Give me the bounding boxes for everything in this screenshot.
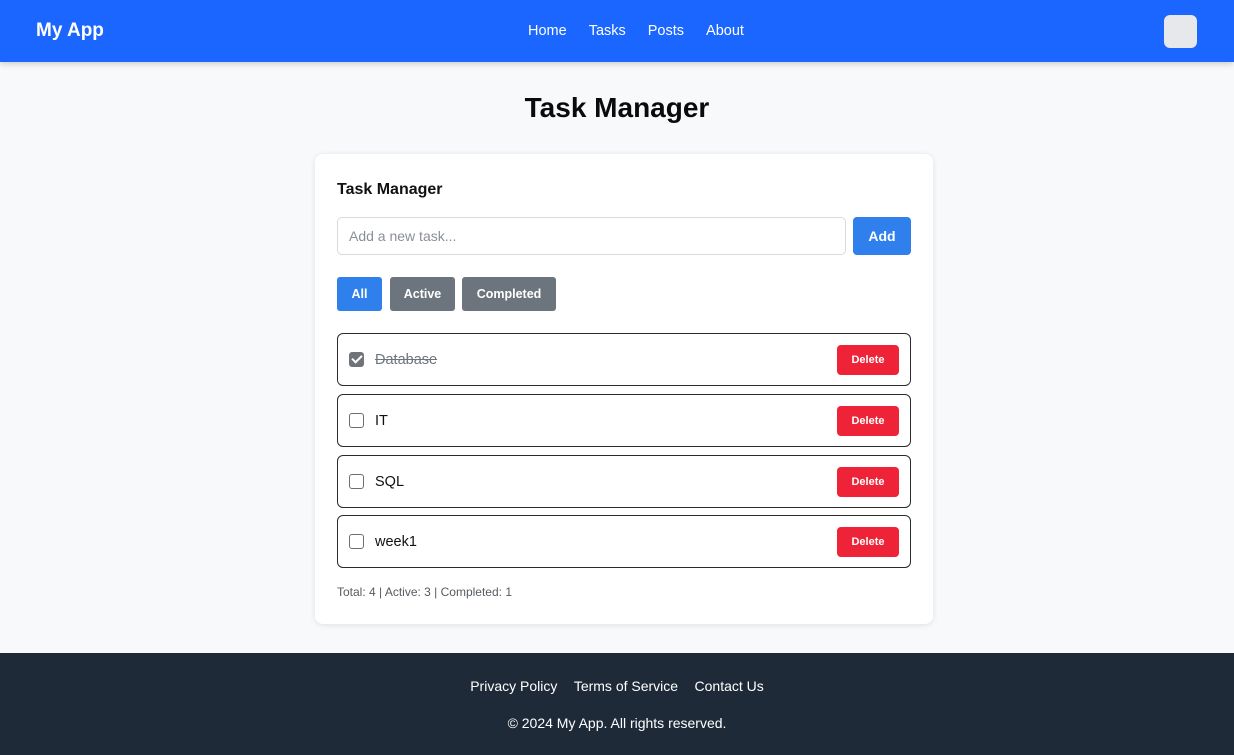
footer-link-privacy[interactable]: Privacy Policy (470, 678, 557, 694)
add-task-button[interactable]: Add (853, 217, 911, 255)
delete-task-button[interactable]: Delete (837, 467, 899, 497)
task-stats: Total: 4 | Active: 3 | Completed: 1 (337, 585, 512, 599)
card-title: Task Manager (337, 181, 443, 198)
new-task-input[interactable] (337, 217, 846, 255)
task-item: SQL Delete (337, 455, 911, 508)
task-checkbox[interactable] (349, 474, 364, 489)
task-text: SQL (375, 474, 405, 490)
task-checkbox[interactable] (349, 413, 364, 428)
copyright-text: © 2024 My App. All rights reserved. (507, 715, 727, 731)
main-nav: Home Tasks Posts About (528, 23, 766, 39)
page-footer: Privacy Policy Terms of Service Contact … (0, 653, 1234, 755)
nav-link-tasks[interactable]: Tasks (589, 23, 626, 39)
task-manager-card: Task Manager Add All Active Completed Da… (315, 154, 933, 624)
task-text: IT (375, 413, 388, 429)
top-navbar: My App Home Tasks Posts About (0, 0, 1234, 62)
task-item: week1 Delete (337, 515, 911, 568)
task-checkbox[interactable] (349, 352, 364, 367)
filter-active-button[interactable]: Active (390, 277, 455, 311)
delete-task-button[interactable]: Delete (837, 345, 899, 375)
nav-link-posts[interactable]: Posts (648, 23, 684, 39)
task-item: IT Delete (337, 394, 911, 447)
delete-task-button[interactable]: Delete (837, 406, 899, 436)
page-title: Task Manager (524, 92, 710, 123)
task-checkbox[interactable] (349, 534, 364, 549)
user-avatar-button[interactable] (1164, 15, 1197, 48)
app-brand[interactable]: My App (36, 20, 104, 42)
nav-link-home[interactable]: Home (528, 23, 567, 39)
filter-all-button[interactable]: All (337, 277, 382, 311)
delete-task-button[interactable]: Delete (837, 527, 899, 557)
footer-link-contact[interactable]: Contact Us (695, 678, 764, 694)
task-text: Database (375, 352, 438, 368)
footer-link-terms[interactable]: Terms of Service (574, 678, 678, 694)
task-item: Database Delete (337, 333, 911, 386)
filter-completed-button[interactable]: Completed (462, 277, 556, 311)
footer-links: Privacy Policy Terms of Service Contact … (0, 678, 1234, 696)
nav-link-about[interactable]: About (706, 23, 744, 39)
task-text: week1 (375, 534, 417, 550)
